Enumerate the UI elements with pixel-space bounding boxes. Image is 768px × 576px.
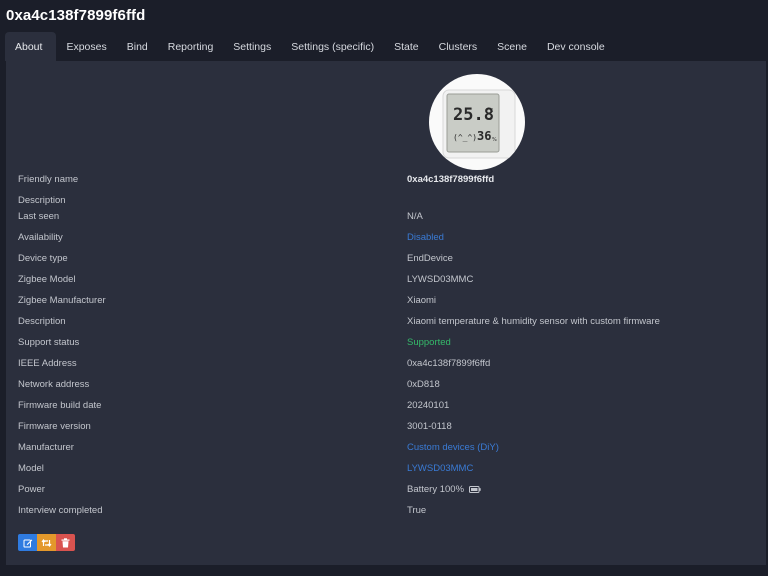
tab-settings-specific[interactable]: Settings (specific) (281, 32, 384, 61)
row-label: Description (18, 195, 66, 206)
device-humidity-unit: % (492, 137, 497, 143)
row-label: Zigbee Manufacturer (18, 295, 106, 306)
row-label: Firmware build date (18, 400, 102, 411)
info-row-power: Power Battery 100% (18, 479, 758, 500)
row-value: LYWSD03MMC (407, 274, 474, 285)
row-value: 0xa4c138f7899f6ffd (407, 358, 491, 369)
trash-icon (61, 537, 70, 547)
row-label: Power (18, 484, 45, 495)
row-value: Xiaomi temperature & humidity sensor wit… (407, 316, 660, 327)
row-value: 0xD818 (407, 379, 440, 390)
battery-full-icon (469, 486, 481, 493)
support-status-link[interactable]: Supported (407, 337, 451, 348)
model-link[interactable]: LYWSD03MMC (407, 463, 473, 474)
row-value: EndDevice (407, 253, 453, 264)
info-row-manufacturer: Manufacturer Custom devices (DiY) (18, 437, 758, 458)
row-label: Zigbee Model (18, 274, 76, 285)
info-row-model: Model LYWSD03MMC (18, 458, 758, 479)
row-label: Friendly name (18, 174, 79, 185)
row-value: N/A (407, 211, 423, 222)
row-value: 20240101 (407, 400, 450, 411)
manufacturer-link[interactable]: Custom devices (DiY) (407, 442, 499, 453)
reconfigure-button[interactable] (37, 534, 56, 551)
info-row-firmware-version: Firmware version 3001-0118 (18, 416, 758, 437)
row-label: Device type (18, 253, 68, 264)
tab-exposes[interactable]: Exposes (56, 32, 116, 61)
device-temp-unit: °c (487, 107, 493, 114)
availability-link[interactable]: Disabled (407, 232, 444, 243)
row-label: Description (18, 316, 66, 327)
tab-state[interactable]: State (384, 32, 429, 61)
info-row-availability: Availability Disabled (18, 227, 758, 248)
info-row-friendly-name: Friendly name 0xa4c138f7899f6ffd (18, 169, 758, 190)
row-label: Network address (18, 379, 90, 390)
row-label: Model (18, 463, 44, 474)
tab-bind[interactable]: Bind (117, 32, 158, 61)
row-label: Interview completed (18, 505, 103, 516)
info-row-description-detail: Description Xiaomi temperature & humidit… (18, 311, 758, 332)
edit-icon (23, 539, 32, 547)
info-row-zigbee-manufacturer: Zigbee Manufacturer Xiaomi (18, 290, 758, 311)
remove-device-button[interactable] (56, 534, 75, 551)
tab-dev-console[interactable]: Dev console (537, 32, 615, 61)
row-value: Xiaomi (407, 295, 437, 306)
info-row-support-status: Support status Supported (18, 332, 758, 353)
page-title: 0xa4c138f7899f6ffd (6, 7, 146, 24)
row-label: Firmware version (18, 421, 91, 432)
info-row-interview-completed: Interview completed True (18, 500, 758, 521)
row-value: Battery 100% (407, 484, 465, 495)
row-label: Support status (18, 337, 80, 348)
info-row-device-type: Device type EndDevice (18, 248, 758, 269)
row-label: Availability (18, 232, 63, 243)
rename-device-button[interactable] (18, 534, 37, 551)
tab-clusters[interactable]: Clusters (429, 32, 488, 61)
info-row-network-address: Network address 0xD818 (18, 374, 758, 395)
device-image: 25.8 °c (^_^) 36 % (429, 74, 525, 170)
tab-reporting[interactable]: Reporting (158, 32, 224, 61)
power-value: Battery 100% (407, 484, 481, 495)
device-humidity: 36 (477, 129, 491, 143)
row-label: Last seen (18, 211, 60, 222)
tab-bar: About Exposes Bind Reporting Settings Se… (5, 32, 615, 61)
row-label: Manufacturer (18, 442, 74, 453)
tab-about[interactable]: About (5, 32, 57, 61)
info-row-firmware-build-date: Firmware build date 20240101 (18, 395, 758, 416)
row-value: 3001-0118 (407, 421, 452, 432)
row-value: 0xa4c138f7899f6ffd (407, 174, 495, 185)
retweet-icon (41, 538, 52, 547)
row-value: True (407, 505, 427, 516)
tab-settings[interactable]: Settings (223, 32, 281, 61)
info-row-ieee-address: IEEE Address 0xa4c138f7899f6ffd (18, 353, 758, 374)
tab-scene[interactable]: Scene (487, 32, 537, 61)
info-row-zigbee-model: Zigbee Model LYWSD03MMC (18, 269, 758, 290)
device-face: (^_^) (453, 133, 477, 142)
info-row-last-seen: Last seen N/A (18, 206, 758, 227)
thermometer-device-icon: 25.8 °c (^_^) 36 % (442, 89, 516, 159)
device-actions (18, 534, 75, 551)
row-label: IEEE Address (18, 358, 77, 369)
